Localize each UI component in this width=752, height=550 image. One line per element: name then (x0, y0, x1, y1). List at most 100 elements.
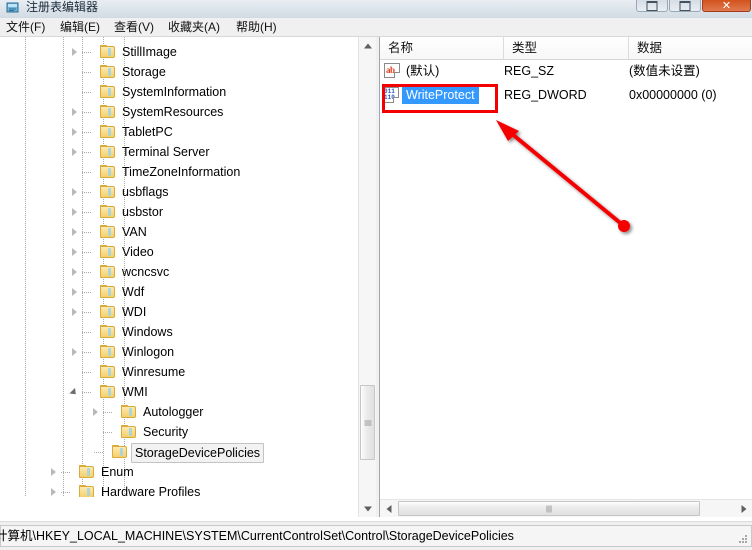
column-header-type[interactable]: 类型 (504, 37, 629, 59)
tree-item[interactable]: wcncsvc (0, 262, 358, 282)
dword-value-icon: 011 110 (382, 87, 399, 103)
folder-icon (100, 165, 115, 179)
menu-bar: 文件(F) 编辑(E) 查看(V) 收藏夹(A) 帮助(H) (0, 18, 752, 37)
expand-arrow-closed-icon[interactable] (70, 248, 79, 257)
tree-scroll-thumb[interactable] (360, 385, 375, 460)
tree-connector (82, 332, 91, 333)
tree-item[interactable]: Terminal Server (0, 142, 358, 162)
expand-arrow-closed-icon[interactable] (70, 228, 79, 237)
tree-item[interactable]: SystemInformation (0, 82, 358, 102)
tree-connector (82, 392, 91, 393)
menu-file[interactable]: 文件(F) (0, 18, 51, 36)
tree-item[interactable]: Winlogon (0, 342, 358, 362)
tree-item[interactable]: WDI (0, 302, 358, 322)
expand-arrow-closed-icon[interactable] (70, 48, 79, 57)
tree-item[interactable]: Enum (0, 462, 358, 482)
tree-item[interactable]: usbstor (0, 202, 358, 222)
tree-vertical-scrollbar[interactable] (358, 37, 376, 517)
registry-tree[interactable]: StillImage Storage SystemInformation System… (0, 37, 358, 497)
expand-arrow-closed-icon[interactable] (49, 468, 58, 477)
tree-item[interactable]: Windows (0, 322, 358, 342)
column-header-name[interactable]: 名称 (380, 37, 504, 59)
maximize-button[interactable] (669, 0, 701, 12)
expand-arrow-closed-icon[interactable] (70, 268, 79, 277)
tree-item[interactable]: Autologger (0, 402, 358, 422)
tree-connector (82, 252, 91, 253)
tree-item-label: TimeZoneInformation (122, 165, 241, 179)
values-scroll-thumb[interactable] (398, 501, 700, 516)
tree-item-label: VAN (122, 225, 147, 239)
status-bar-frame: 计算机\HKEY_LOCAL_MACHINE\SYSTEM\CurrentCon… (0, 525, 752, 547)
tree-item-label: Winlogon (122, 345, 175, 359)
tree-connector (82, 132, 91, 133)
value-data: (数值未设置) (629, 64, 700, 78)
close-button[interactable]: ✕ (702, 0, 751, 12)
folder-icon (100, 325, 115, 339)
expand-arrow-closed-icon[interactable] (70, 108, 79, 117)
values-horizontal-scrollbar[interactable] (380, 499, 752, 517)
tree-connector (82, 172, 91, 173)
registry-values-pane: 名称 类型 数据 ab (默认) REG_SZ (数值未设置) 011 110 W… (379, 37, 752, 517)
table-row[interactable]: 011 110 WriteProtect REG_DWORD 0x00000000… (380, 83, 752, 107)
tree-item[interactable]: Storage (0, 62, 358, 82)
tree-item[interactable]: Wdf (0, 282, 358, 302)
tree-item-label: Wdf (122, 285, 145, 299)
folder-icon (100, 365, 115, 379)
grip-icon (364, 420, 371, 425)
folder-icon (100, 105, 115, 119)
value-type: REG_SZ (504, 64, 555, 78)
expand-arrow-closed-icon[interactable] (70, 128, 79, 137)
resize-grip-icon[interactable] (737, 533, 748, 544)
expand-arrow-closed-icon[interactable] (70, 208, 79, 217)
tree-item[interactable]: Winresume (0, 362, 358, 382)
expand-arrow-closed-icon[interactable] (70, 188, 79, 197)
window-title: 注册表编辑器 (26, 0, 99, 14)
tree-item[interactable]: StillImage (0, 42, 358, 62)
tree-item-label: Hardware Profiles (101, 485, 201, 497)
tree-item[interactable]: SystemResources (0, 102, 358, 122)
expand-arrow-closed-icon[interactable] (91, 408, 100, 417)
folder-icon (100, 65, 115, 79)
tree-scroll-up-button[interactable] (359, 37, 376, 54)
tree-item[interactable]: TimeZoneInformation (0, 162, 358, 182)
minimize-button[interactable] (636, 0, 668, 12)
tree-connector (82, 352, 91, 353)
tree-item[interactable]: Hardware Profiles (0, 482, 358, 497)
expand-arrow-closed-icon[interactable] (70, 288, 79, 297)
minimize-glyph (646, 1, 658, 11)
tree-item[interactable]: Video (0, 242, 358, 262)
tree-item-label: usbstor (122, 205, 163, 219)
tree-connector (61, 492, 70, 493)
tree-item[interactable]: WMI (0, 382, 358, 402)
values-scroll-left-button[interactable] (380, 500, 397, 517)
values-scroll-right-button[interactable] (735, 500, 752, 517)
menu-edit[interactable]: 编辑(E) (54, 18, 106, 36)
menu-favorites[interactable]: 收藏夹(A) (162, 18, 226, 36)
expand-arrow-closed-icon[interactable] (70, 148, 79, 157)
tree-item[interactable]: StorageDevicePolicies (0, 442, 358, 463)
tree-scroll-down-button[interactable] (359, 500, 376, 517)
folder-icon (100, 385, 115, 399)
tree-connector (82, 192, 91, 193)
menu-help[interactable]: 帮助(H) (230, 18, 283, 36)
tree-item[interactable]: TabletPC (0, 122, 358, 142)
folder-icon (79, 465, 94, 479)
tree-connector (103, 412, 112, 413)
tree-connector (82, 112, 91, 113)
expand-arrow-closed-icon[interactable] (70, 308, 79, 317)
tree-item[interactable]: usbflags (0, 182, 358, 202)
column-header-data[interactable]: 数据 (629, 37, 752, 59)
expand-arrow-open-icon[interactable] (70, 388, 79, 397)
expand-arrow-closed-icon[interactable] (70, 348, 79, 357)
folder-icon (121, 425, 136, 439)
tree-item[interactable]: Security (0, 422, 358, 442)
folder-icon (100, 45, 115, 59)
expand-arrow-closed-icon[interactable] (49, 488, 58, 497)
tree-item-label: Windows (122, 325, 173, 339)
tree-item[interactable]: VAN (0, 222, 358, 242)
table-row[interactable]: ab (默认) REG_SZ (数值未设置) (380, 59, 752, 83)
tree-connector (82, 372, 91, 373)
menu-view[interactable]: 查看(V) (108, 18, 160, 36)
tree-item-label: Enum (101, 465, 134, 479)
tree-item-label: wcncsvc (122, 265, 170, 279)
